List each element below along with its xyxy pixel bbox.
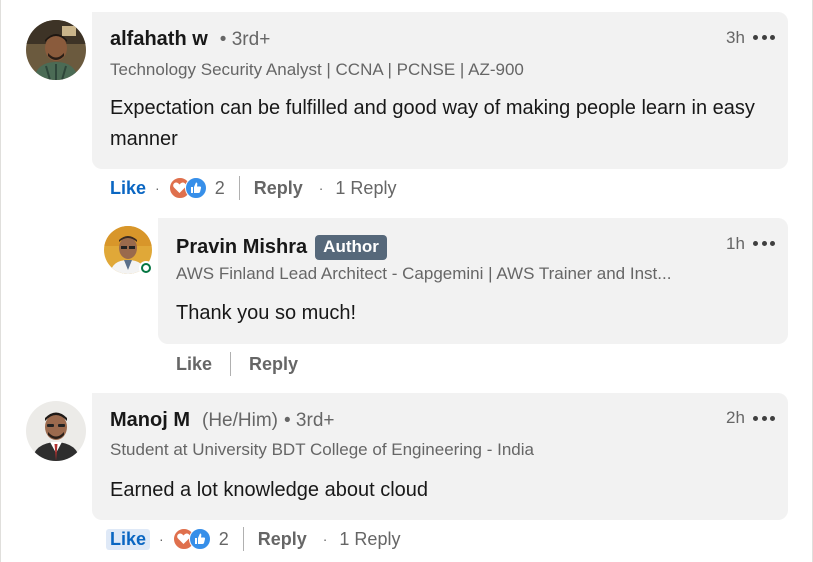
comment-actions: Like · 2 Reply · 1 Reply xyxy=(106,526,400,552)
connection-degree: • 3rd+ xyxy=(219,28,271,50)
comment-header: alfahath w • 3rd+ xyxy=(110,28,270,51)
more-options-icon[interactable] xyxy=(753,238,775,248)
reaction-count[interactable]: 2 xyxy=(215,178,225,199)
action-divider xyxy=(242,527,244,551)
avatar[interactable] xyxy=(26,401,86,461)
reaction-icons[interactable] xyxy=(172,527,213,551)
reply-button[interactable]: Reply xyxy=(254,178,303,199)
reply-button[interactable]: Reply xyxy=(258,529,307,550)
comment-text: Expectation can be fulfilled and good wa… xyxy=(110,97,755,150)
comment-timestamp: 3h xyxy=(726,28,745,47)
comment-header: Pravin Mishra Author xyxy=(176,235,387,260)
like-button[interactable]: Like xyxy=(110,178,146,199)
reaction-icons[interactable] xyxy=(168,176,209,200)
like-button[interactable]: Like xyxy=(106,528,151,550)
comment-actions: Like · 2 Reply · 1 Reply xyxy=(110,175,396,201)
author-headline[interactable]: Technology Security Analyst | CCNA | PCN… xyxy=(110,60,524,80)
online-status-icon xyxy=(139,261,153,275)
more-options-icon[interactable] xyxy=(753,413,775,423)
comment-text: Earned a lot knowledge about cloud xyxy=(110,479,429,501)
author-name[interactable]: alfahath w xyxy=(110,28,208,51)
comment-timestamp: 2h xyxy=(726,408,745,427)
author-headline[interactable]: AWS Finland Lead Architect - Capgemini |… xyxy=(176,264,671,284)
comment-text: Thank you so much! xyxy=(176,302,357,324)
reply-button[interactable]: Reply xyxy=(249,354,298,375)
like-reaction-icon xyxy=(188,528,211,550)
author-name[interactable]: Manoj M xyxy=(110,409,190,432)
separator-dot: · xyxy=(159,531,164,547)
author-name[interactable]: Pravin Mishra xyxy=(176,236,307,259)
reply-count-link[interactable]: 1 Reply xyxy=(339,529,400,550)
author-pronouns: (He/Him) xyxy=(202,409,278,431)
action-divider xyxy=(230,352,232,376)
connection-degree: • 3rd+ xyxy=(284,409,335,431)
more-options-icon[interactable] xyxy=(753,32,775,42)
comment-header: Manoj M (He/Him) • 3rd+ xyxy=(110,409,335,432)
reaction-count[interactable]: 2 xyxy=(219,529,229,550)
comment-timestamp: 1h xyxy=(726,234,745,253)
separator-dot: · xyxy=(318,180,324,196)
action-divider xyxy=(238,176,240,200)
left-border xyxy=(0,0,1,562)
reply-count-link[interactable]: 1 Reply xyxy=(335,178,396,199)
comment-actions: Like Reply xyxy=(176,351,298,377)
author-badge: Author xyxy=(315,235,387,260)
like-button[interactable]: Like xyxy=(176,354,212,375)
avatar[interactable] xyxy=(26,20,86,80)
like-reaction-icon xyxy=(184,177,207,199)
separator-dot: · xyxy=(155,180,160,196)
separator-dot: · xyxy=(322,531,328,547)
author-headline[interactable]: Student at University BDT College of Eng… xyxy=(110,440,534,460)
